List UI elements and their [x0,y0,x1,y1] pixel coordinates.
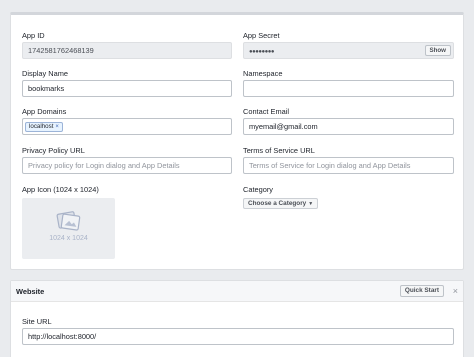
icon-size-text: 1024 x 1024 [49,235,88,242]
basic-settings-panel: App ID 1742581762468139 App Secret ●●●●●… [10,12,464,270]
website-header: Website Quick Start × [11,281,463,302]
show-secret-button[interactable]: Show [424,45,451,56]
site-url-input[interactable]: http://localhost:8000/ [22,328,454,345]
app-secret-field: ●●●●●●●● Show [243,42,454,59]
category-label: Category [243,185,273,194]
category-selected: Choose a Category [248,200,307,207]
app-id-field: 1742581762468139 [22,42,232,59]
namespace-label: Namespace [243,69,283,78]
app-icon-upload[interactable]: 1024 x 1024 [22,198,115,259]
privacy-url-input[interactable]: Privacy policy for Login dialog and App … [22,157,232,174]
app-icon-label: App Icon (1024 x 1024) [22,185,99,194]
image-placeholder-icon [56,211,81,231]
display-name-label: Display Name [22,69,69,78]
display-name-input[interactable]: bookmarks [22,80,232,97]
website-title: Website [16,287,45,296]
quick-start-button[interactable]: Quick Start [399,285,444,297]
domain-token: localhost × [25,122,63,132]
site-url-label: Site URL [22,317,52,326]
app-domains-label: App Domains [22,107,67,116]
privacy-url-label: Privacy Policy URL [22,146,85,155]
app-domains-input[interactable]: localhost × [22,118,232,135]
contact-email-label: Contact Email [243,107,290,116]
app-id-label: App ID [22,31,45,40]
tos-url-label: Terms of Service URL [243,146,315,155]
website-panel: Website Quick Start × Site URL http://lo… [10,280,464,357]
app-secret-label: App Secret [243,31,280,40]
namespace-input[interactable] [243,80,454,97]
contact-email-input[interactable]: myemail@gmail.com [243,118,454,135]
app-secret-value: ●●●●●●●● [249,49,275,55]
tos-url-input[interactable]: Terms of Service for Login dialog and Ap… [243,157,454,174]
close-icon[interactable]: × [453,285,458,297]
chevron-down-icon: ▼ [308,201,314,207]
category-dropdown[interactable]: Choose a Category ▼ [243,198,319,209]
token-remove-icon[interactable]: × [55,124,59,130]
domain-token-label: localhost [29,123,54,130]
